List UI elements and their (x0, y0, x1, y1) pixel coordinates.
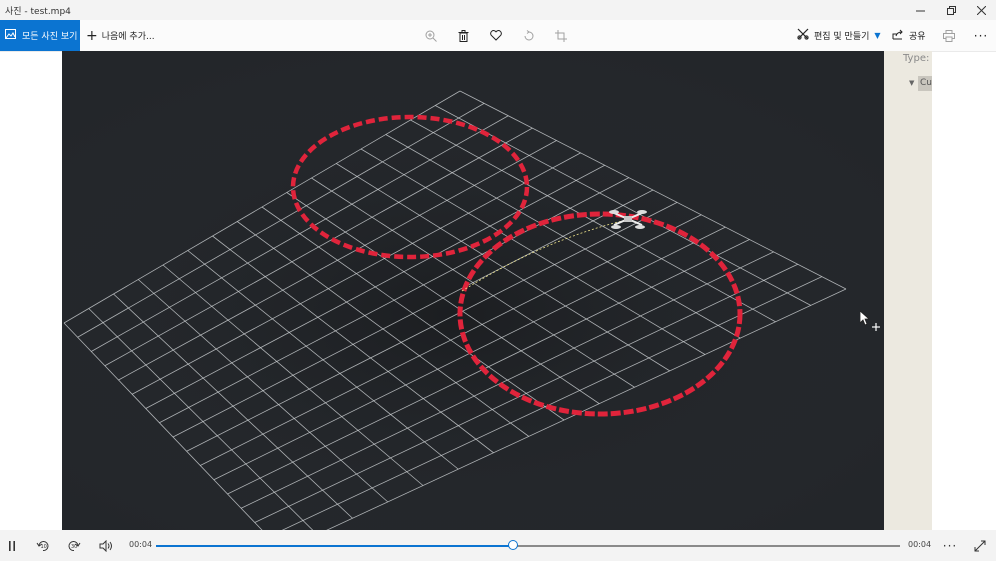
expand-triangle-icon: ▼ (909, 79, 915, 87)
playback-controls: 10 30 00:04 00:04 ··· (0, 530, 996, 561)
seek-bar-progress (156, 545, 514, 547)
forward-icon: 30 (68, 540, 81, 551)
seek-bar[interactable] (156, 545, 900, 547)
embedded-side-panel: Type: ▼ Cu (884, 51, 932, 530)
command-bar: 모든 사진 보기 + 나음에 추가... 편집 및 만들기 ▼ 공유 ··· (0, 20, 996, 52)
chevron-down-icon: ▼ (874, 31, 881, 40)
svg-text:30: 30 (71, 544, 77, 550)
window-title: 사진 - test.mp4 (5, 6, 71, 17)
volume-button[interactable] (94, 530, 118, 561)
zoom-in-icon (425, 30, 437, 42)
share-icon (892, 29, 904, 43)
volume-icon (99, 539, 112, 552)
video-frame[interactable]: Type: ▼ Cu (62, 51, 932, 530)
add-to-label: 나음에 추가... (101, 32, 155, 42)
all-photos-button[interactable]: 모든 사진 보기 (0, 20, 80, 51)
edit-tools-icon (797, 28, 809, 43)
plus-icon: + (86, 27, 98, 44)
forward-button[interactable]: 30 (62, 530, 86, 561)
all-photos-label: 모든 사진 보기 (22, 32, 78, 42)
more-icon: ··· (973, 28, 989, 43)
minimize-icon (915, 10, 925, 11)
rewind-button[interactable]: 10 (31, 530, 55, 561)
more-icon: ··· (942, 538, 958, 553)
type-value: Cu (918, 76, 932, 91)
seek-thumb[interactable] (508, 540, 519, 550)
delete-button[interactable] (450, 20, 476, 51)
more-playback-options-button[interactable]: ··· (938, 530, 962, 561)
edit-create-button[interactable]: 편집 및 만들기 ▼ (797, 20, 881, 51)
pause-icon (9, 540, 15, 551)
zoom-in-button[interactable] (418, 20, 444, 51)
delete-icon (458, 29, 468, 42)
close-icon (976, 5, 986, 15)
restore-icon (946, 5, 956, 15)
svg-text:10: 10 (41, 544, 47, 550)
share-button[interactable]: 공유 (892, 20, 926, 51)
print-button[interactable] (936, 20, 962, 51)
total-time: 00:04 (908, 540, 932, 549)
more-options-button[interactable]: ··· (968, 20, 994, 51)
rotate-icon (524, 29, 534, 40)
pause-button[interactable] (0, 530, 24, 561)
close-button[interactable] (966, 0, 996, 20)
minimize-button[interactable] (905, 0, 935, 20)
rewind-icon: 10 (36, 540, 49, 551)
video-content (62, 51, 932, 530)
print-icon (943, 29, 955, 42)
favorite-icon (490, 30, 502, 41)
title-bar: 사진 - test.mp4 (0, 0, 996, 20)
photo-icon (5, 29, 16, 42)
crop-icon (555, 29, 567, 42)
type-label: Type: (903, 53, 930, 64)
add-to-button[interactable]: + 나음에 추가... (86, 20, 155, 51)
crop-button[interactable] (548, 20, 574, 51)
rotate-button[interactable] (516, 20, 542, 51)
restore-button[interactable] (936, 0, 966, 20)
fullscreen-icon (974, 540, 986, 551)
share-label: 공유 (909, 32, 926, 42)
edit-create-label: 편집 및 만들기 (814, 32, 870, 42)
favorite-button[interactable] (483, 20, 509, 51)
current-time: 00:04 (129, 540, 153, 549)
mouse-pointer-icon (859, 310, 884, 337)
fullscreen-button[interactable] (968, 530, 992, 561)
